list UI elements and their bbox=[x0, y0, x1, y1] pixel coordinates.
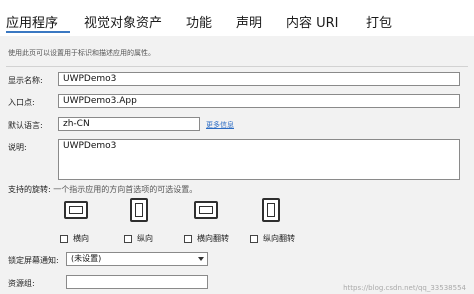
rotation-landscape-option[interactable]: 横向 bbox=[60, 233, 89, 244]
lock-screen-select[interactable]: (未设置) bbox=[66, 252, 208, 266]
application-panel: 使用此页可以设置用于标识和描述应用的属性。 显示名称: UWPDemo3 入口点… bbox=[0, 36, 474, 294]
display-name-label: 显示名称: bbox=[8, 76, 43, 85]
more-info-link[interactable]: 更多信息 bbox=[206, 120, 234, 130]
portrait-flipped-checkbox[interactable] bbox=[250, 234, 258, 243]
description-label: 说明: bbox=[8, 143, 27, 152]
default-language-label: 默认语言: bbox=[8, 121, 43, 130]
tab-declarations[interactable]: 声明 bbox=[236, 12, 262, 31]
divider bbox=[6, 66, 468, 67]
tab-visual-assets[interactable]: 视觉对象资产 bbox=[84, 12, 162, 31]
active-tab-indicator bbox=[6, 31, 70, 33]
entry-point-label: 入口点: bbox=[8, 98, 35, 107]
lock-screen-selected-value: (未设置) bbox=[71, 254, 102, 263]
landscape-flipped-checkbox[interactable] bbox=[184, 234, 192, 243]
landscape-flipped-checkbox-label: 横向翻转 bbox=[197, 234, 229, 243]
default-language-field[interactable]: zh-CN bbox=[58, 117, 200, 131]
watermark-text: https://blog.csdn.net/qq_33538554 bbox=[343, 284, 466, 292]
portrait-device-icon bbox=[130, 198, 148, 222]
portrait-checkbox[interactable] bbox=[124, 234, 132, 243]
landscape-device-icon bbox=[64, 201, 88, 219]
lock-screen-label: 锁定屏幕通知: bbox=[8, 256, 59, 265]
rotation-portrait-option[interactable]: 纵向 bbox=[124, 233, 153, 244]
rotation-portrait-flipped-option[interactable]: 纵向翻转 bbox=[250, 233, 295, 244]
resource-group-field[interactable] bbox=[66, 275, 208, 289]
portrait-flipped-device-icon bbox=[262, 198, 280, 222]
tab-capabilities[interactable]: 功能 bbox=[186, 12, 212, 31]
description-field[interactable]: UWPDemo3 bbox=[58, 139, 460, 180]
supported-rotations-label: 支持的旋转: 一个指示应用的方向首选项的可选设置。 bbox=[8, 184, 197, 195]
landscape-flipped-device-icon bbox=[194, 201, 218, 219]
chevron-down-icon bbox=[198, 257, 204, 261]
page-description: 使用此页可以设置用于标识和描述应用的属性。 bbox=[8, 49, 155, 57]
resource-group-label: 资源组: bbox=[8, 279, 35, 288]
portrait-flipped-checkbox-label: 纵向翻转 bbox=[263, 234, 295, 243]
tab-content-uri[interactable]: 内容 URI bbox=[286, 12, 339, 31]
tab-packaging[interactable]: 打包 bbox=[366, 12, 392, 31]
rotation-landscape-flipped-option[interactable]: 横向翻转 bbox=[184, 233, 229, 244]
landscape-checkbox[interactable] bbox=[60, 234, 68, 243]
landscape-checkbox-label: 横向 bbox=[73, 234, 89, 243]
display-name-field[interactable]: UWPDemo3 bbox=[58, 72, 460, 86]
entry-point-field[interactable]: UWPDemo3.App bbox=[58, 94, 460, 108]
tab-application[interactable]: 应用程序 bbox=[6, 12, 58, 31]
supported-rotations-hint: 一个指示应用的方向首选项的可选设置。 bbox=[53, 185, 198, 194]
portrait-checkbox-label: 纵向 bbox=[137, 234, 153, 243]
supported-rotations-title: 支持的旋转: bbox=[8, 185, 51, 194]
tab-strip: 应用程序 视觉对象资产 功能 声明 内容 URI 打包 bbox=[0, 0, 474, 36]
